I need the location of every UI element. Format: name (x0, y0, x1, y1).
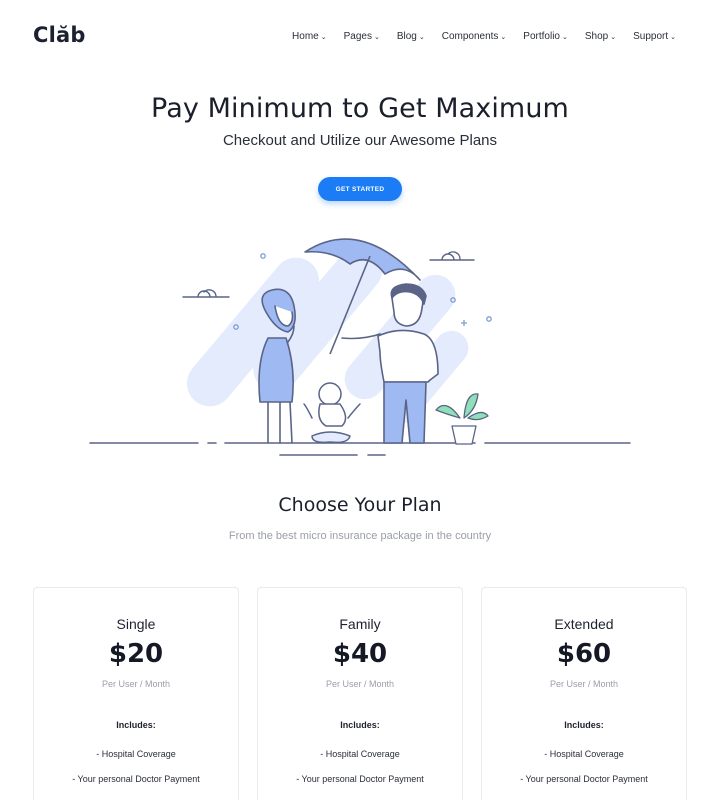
chevron-down-icon: ⌄ (561, 33, 568, 41)
plan-card-single: Single $20 Per User / Month Includes: - … (33, 587, 239, 800)
main-nav: Home ⌄ Pages ⌄ Blog ⌄ Components ⌄ Portfolio… (275, 31, 676, 42)
nav-item-label: Components (441, 31, 499, 42)
hero-title: Pay Minimum to Get Maximum (151, 93, 569, 124)
plans-subtitle: From the best micro insurance package in… (228, 530, 492, 542)
plan-includes-label: Includes: (564, 720, 604, 730)
chevron-down-icon: ⌄ (500, 33, 507, 41)
nav-item-label: Home (292, 31, 319, 42)
plan-period: Per User / Month (325, 679, 395, 689)
plan-price: $60 (556, 639, 612, 669)
chevron-down-icon: ⌄ (610, 33, 617, 41)
plan-price: $40 (332, 639, 388, 669)
get-started-button[interactable]: GET STARTED (318, 177, 402, 201)
nav-item-label: Portfolio (523, 31, 560, 42)
nav-item-pages[interactable]: Pages ⌄ (344, 31, 380, 42)
nav-item-support[interactable]: Support ⌄ (633, 31, 676, 42)
plan-feature: - Your personal Doctor Payment (72, 774, 200, 784)
brand-logo[interactable]: Clăb (33, 23, 86, 47)
nav-item-blog[interactable]: Blog ⌄ (397, 31, 425, 42)
plans-title: Choose Your Plan (278, 494, 442, 516)
plan-period: Per User / Month (549, 679, 619, 689)
plant-icon (435, 393, 489, 445)
plan-feature: - Hospital Coverage (96, 749, 176, 759)
nav-item-components[interactable]: Components ⌄ (442, 31, 507, 42)
chevron-down-icon: ⌄ (670, 33, 676, 41)
plan-includes-label: Includes: (340, 720, 380, 730)
plan-card-extended: Extended $60 Per User / Month Includes: … (481, 587, 687, 800)
plan-name: Family (339, 616, 381, 632)
nav-item-shop[interactable]: Shop ⌄ (585, 31, 616, 42)
family-umbrella-illustration (89, 238, 631, 456)
plan-feature: - Hospital Coverage (544, 749, 624, 759)
ground-line (89, 442, 631, 456)
nav-item-label: Shop (584, 31, 609, 42)
plan-name: Extended (554, 616, 614, 632)
nav-item-home[interactable]: Home ⌄ (292, 31, 327, 42)
chevron-down-icon: ⌄ (418, 33, 425, 41)
nav-item-label: Blog (396, 31, 417, 42)
plan-feature: - Your personal Doctor Payment (520, 774, 648, 784)
chevron-down-icon: ⌄ (320, 33, 327, 41)
site-header: Clăb Home ⌄ Pages ⌄ Blog ⌄ Components ⌄ Port… (0, 0, 720, 76)
plan-name: Single (116, 616, 156, 632)
plan-feature: - Hospital Coverage (320, 749, 400, 759)
nav-item-label: Pages (343, 31, 372, 42)
nav-item-label: Support (633, 31, 669, 42)
plan-price: $20 (108, 639, 164, 669)
plan-period: Per User / Month (101, 679, 171, 689)
plan-includes-label: Includes: (116, 720, 156, 730)
hero-subtitle: Checkout and Utilize our Awesome Plans (222, 132, 498, 149)
plan-card-family: Family $40 Per User / Month Includes: - … (257, 587, 463, 800)
plan-feature: - Your personal Doctor Payment (296, 774, 424, 784)
chevron-down-icon: ⌄ (373, 33, 380, 41)
nav-item-portfolio[interactable]: Portfolio ⌄ (523, 31, 568, 42)
